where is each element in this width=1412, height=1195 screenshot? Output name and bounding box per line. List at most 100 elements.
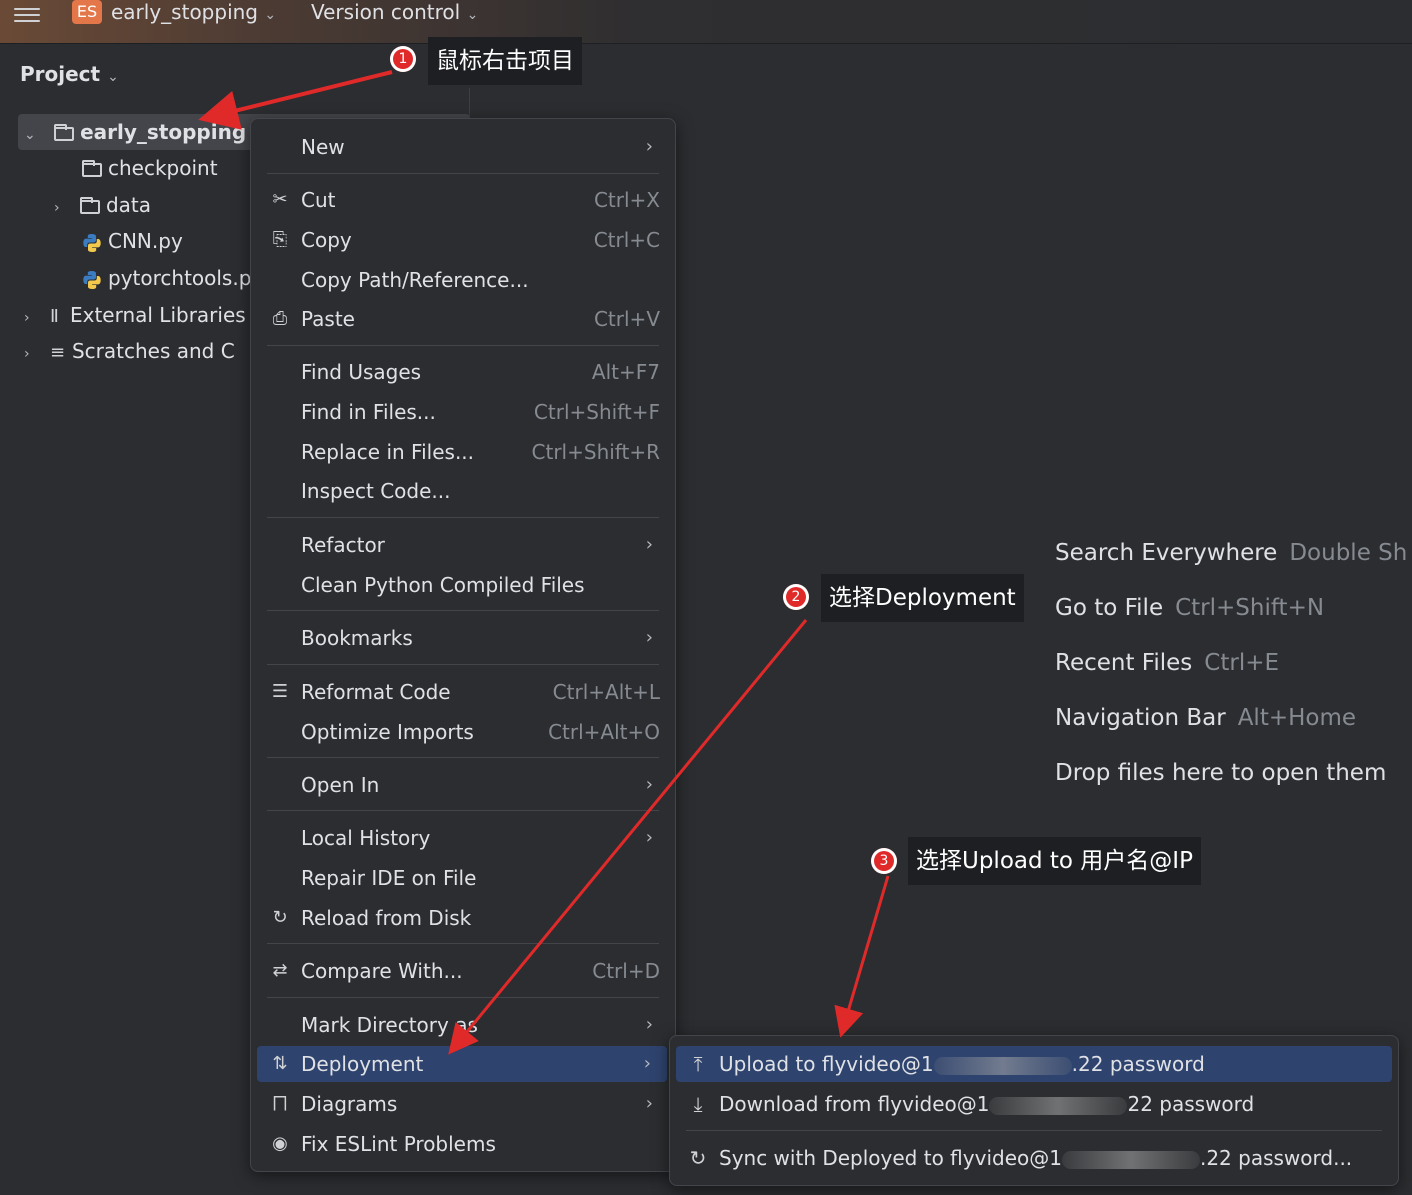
menu-separator <box>267 810 659 811</box>
reformat-icon: ☰ <box>271 681 289 702</box>
menu-label: Repair IDE on File <box>301 866 477 890</box>
submenu-arrow-icon: › <box>645 827 653 848</box>
redacted-ip <box>1061 1150 1200 1169</box>
menu-shortcut: Alt+F7 <box>591 360 660 384</box>
project-switcher[interactable]: early_stopping ⌄ <box>111 0 276 24</box>
submenu-item-sync[interactable]: ↻ Sync with Deployed to flyvideo@1 .22 pa… <box>676 1140 1392 1176</box>
hint-go-to-file: Go to File Ctrl+Shift+N <box>1055 595 1324 621</box>
tree-label: pytorchtools.p <box>108 266 250 290</box>
menu-separator <box>267 664 659 665</box>
menu-item-reformat-code[interactable]: ☰ Reformat Code Ctrl+Alt+L <box>251 674 675 710</box>
menu-separator <box>267 517 659 518</box>
arrow-step3 <box>834 875 890 1038</box>
tree-item-scratches[interactable]: › ≡ Scratches and C <box>24 333 250 369</box>
chevron-down-icon[interactable]: ⌄ <box>24 127 36 143</box>
step-badge-3: 3 <box>871 848 897 874</box>
paste-icon: ⎙ <box>272 308 288 329</box>
menu-item-local-history[interactable]: Local History › <box>251 820 675 856</box>
menu-item-open-in[interactable]: Open In › <box>251 767 675 803</box>
menu-item-inspect-code[interactable]: Inspect Code... <box>251 473 675 509</box>
menu-separator <box>267 757 659 758</box>
menu-item-deployment[interactable]: ⇅ Deployment › <box>257 1046 667 1082</box>
python-file-icon <box>83 270 101 289</box>
menu-item-clean-compiled[interactable]: Clean Python Compiled Files <box>251 567 675 603</box>
upload-label-start: Upload to flyvideo@1 <box>719 1052 934 1076</box>
menu-item-find-usages[interactable]: Find Usages Alt+F7 <box>251 354 675 390</box>
menu-label: Cut <box>301 188 336 212</box>
submenu-separator <box>686 1130 1382 1131</box>
tree-item-data[interactable]: › data <box>54 187 151 223</box>
menu-item-copy-path[interactable]: Copy Path/Reference... <box>251 262 675 298</box>
menu-label: Mark Directory as <box>301 1013 478 1037</box>
menu-separator <box>267 345 659 346</box>
menu-item-refactor[interactable]: Refactor › <box>251 527 675 563</box>
tree-label: data <box>105 193 152 217</box>
menu-item-repair-ide[interactable]: Repair IDE on File <box>251 860 675 896</box>
menu-item-fix-eslint[interactable]: ◉ Fix ESLint Problems <box>251 1126 675 1162</box>
upload-icon: ⤒ <box>693 1052 703 1076</box>
tree-item-cnn[interactable]: CNN.py <box>82 223 183 259</box>
menu-item-compare-with[interactable]: ⇄ Compare With... Ctrl+D <box>251 953 675 989</box>
menu-label: New <box>301 135 345 159</box>
hint-shortcut: Ctrl+E <box>1204 650 1280 676</box>
hint-recent-files: Recent Files Ctrl+E <box>1055 650 1279 676</box>
sync-label-start: Sync with Deployed to flyvideo@1 <box>719 1146 1062 1170</box>
menu-shortcut: Ctrl+Alt+L <box>552 680 660 704</box>
chevron-right-icon[interactable]: › <box>54 200 60 216</box>
menu-item-find-in-files[interactable]: Find in Files... Ctrl+Shift+F <box>251 394 675 430</box>
menu-item-paste[interactable]: ⎙ Paste Ctrl+V <box>251 301 675 337</box>
hint-shortcut: Double Sh <box>1289 540 1408 566</box>
menu-item-mark-directory[interactable]: Mark Directory as › <box>251 1007 675 1043</box>
tree-item-pytorchtools[interactable]: pytorchtools.p <box>82 260 250 296</box>
menu-label: Optimize Imports <box>301 720 474 744</box>
menu-label: Fix ESLint Problems <box>301 1132 496 1156</box>
download-label-end: 22 password <box>1127 1092 1255 1116</box>
scissors-icon: ✂ <box>272 189 288 210</box>
menu-item-diagrams[interactable]: ⨅ Diagrams › <box>251 1086 675 1122</box>
tree-label: External Libraries <box>69 303 246 327</box>
menu-label: Copy <box>301 228 352 252</box>
menu-item-reload-from-disk[interactable]: ↻ Reload from Disk <box>251 900 675 936</box>
project-panel-title[interactable]: Project ⌄ <box>20 62 119 86</box>
menu-label: Refactor <box>301 533 385 557</box>
submenu-item-upload[interactable]: ⤒ Upload to flyvideo@1 .22 password <box>676 1046 1392 1082</box>
annotation-step2: 选择Deployment <box>821 574 1024 622</box>
menu-item-cut[interactable]: ✂ Cut Ctrl+X <box>251 182 675 218</box>
hamburger-menu-icon[interactable] <box>14 4 40 26</box>
vcs-label: Version control <box>311 0 461 24</box>
menu-item-optimize-imports[interactable]: Optimize Imports Ctrl+Alt+O <box>251 714 675 750</box>
folder-icon <box>79 196 100 214</box>
hint-label: Go to File <box>1055 595 1164 621</box>
sync-icon: ↻ <box>689 1146 707 1170</box>
chevron-down-icon: ⌄ <box>107 69 119 85</box>
menu-item-new[interactable]: New › <box>251 129 675 165</box>
menu-shortcut: Ctrl+V <box>593 307 660 331</box>
menu-label: Inspect Code... <box>301 479 451 503</box>
tree-item-early-stopping[interactable]: ⌄ early_stopping <box>24 114 246 150</box>
redacted-ip <box>933 1056 1072 1075</box>
reload-icon: ↻ <box>272 907 288 928</box>
vcs-menu[interactable]: Version control ⌄ <box>311 0 478 24</box>
annotation-step1: 鼠标右击项目 <box>428 37 582 85</box>
menu-label: Local History <box>301 826 431 850</box>
tree-item-external-libraries[interactable]: › Ⅱ External Libraries <box>24 297 250 333</box>
tree-label: CNN.py <box>108 229 183 253</box>
menu-shortcut: Ctrl+C <box>593 228 660 252</box>
hint-shortcut: Alt+Home <box>1237 705 1357 731</box>
menu-shortcut: Ctrl+Shift+R <box>531 440 660 464</box>
chevron-right-icon[interactable]: › <box>24 346 30 362</box>
menu-separator <box>267 173 659 174</box>
tree-item-checkpoint[interactable]: checkpoint <box>82 150 218 186</box>
menu-item-bookmarks[interactable]: Bookmarks › <box>251 620 675 656</box>
submenu-item-download[interactable]: ⤓ Download from flyvideo@1 22 password <box>676 1086 1392 1122</box>
hint-search-everywhere: Search Everywhere Double Sh <box>1055 540 1407 566</box>
menu-item-replace-in-files[interactable]: Replace in Files... Ctrl+Shift+R <box>251 434 675 470</box>
menu-item-copy[interactable]: ⎘ Copy Ctrl+C <box>251 222 675 258</box>
step-badge-2: 2 <box>783 584 809 610</box>
library-icon: Ⅱ <box>49 306 59 327</box>
annotation-step3: 选择Upload to 用户名@IP <box>908 837 1201 885</box>
menu-label: Bookmarks <box>301 626 413 650</box>
menu-label: Open In <box>301 773 380 797</box>
chevron-right-icon[interactable]: › <box>24 310 30 326</box>
submenu-arrow-icon: › <box>645 534 653 555</box>
